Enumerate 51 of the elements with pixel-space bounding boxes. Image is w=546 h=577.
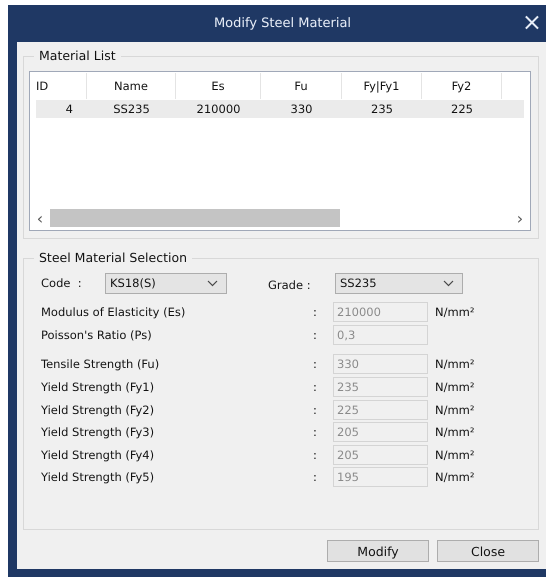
field-label: Yield Strength (Fy4) [41, 448, 156, 462]
field-label: Yield Strength (Fy2) [41, 402, 156, 417]
field-label: Modulus of Elasticity (Es) [41, 305, 186, 320]
column-header[interactable]: Fy|Fy1 [342, 73, 422, 99]
column-header[interactable]: ID [30, 73, 87, 99]
column-header[interactable]: Name [87, 73, 176, 99]
group-title: Steel Material Selection [34, 250, 192, 265]
unit-label: N/mm² [435, 470, 474, 484]
scroll-left-button[interactable]: ‹ [30, 208, 50, 228]
close-button[interactable]: × [518, 10, 546, 34]
column-header[interactable]: Fy2 [422, 73, 502, 99]
field-label: Grade : [268, 277, 312, 292]
column-header[interactable]: Es [176, 73, 261, 99]
column-header[interactable]: Fu [261, 73, 342, 99]
colon-separator: : [313, 305, 318, 320]
colon-separator: : [313, 425, 318, 440]
dialog-button[interactable]: Modify [327, 540, 429, 562]
table-cell-text: 4 [64, 101, 74, 118]
unit-label: N/mm² [435, 448, 474, 462]
colon-separator: : [313, 402, 318, 417]
field-label: Yield Strength (Fy1) [41, 380, 156, 394]
table-cell-text: SS235 [112, 101, 151, 118]
code-dropdown[interactable]: KS18(S) [105, 272, 227, 294]
colon-separator: : [313, 328, 318, 342]
chevron-down-icon [443, 280, 454, 286]
unit-label: N/mm² [435, 402, 474, 417]
unit-label: N/mm² [435, 357, 474, 372]
table-cell-text: 225 [450, 101, 474, 118]
dialog-button[interactable]: Close [437, 540, 539, 562]
field-label: Tensile Strength (Fu) [41, 357, 160, 372]
scroll-thumb[interactable] [50, 209, 340, 227]
colon-separator: : [313, 448, 318, 462]
field-label: Yield Strength (Fy5) [41, 470, 156, 484]
scroll-right-button[interactable]: › [510, 208, 530, 228]
table-cell-text: 330 [290, 101, 314, 118]
colon-separator: : [313, 470, 318, 484]
field-label: Code : [41, 276, 83, 290]
colon-separator: : [313, 357, 318, 372]
unit-label: N/mm² [435, 425, 474, 440]
table-row[interactable]: 4 SS235 210000 330 235 225 [36, 100, 524, 118]
unit-label: N/mm² [435, 380, 474, 394]
chevron-down-icon [207, 280, 218, 286]
grade-dropdown[interactable]: SS235 [335, 272, 463, 294]
colon-separator: : [313, 380, 318, 394]
table-cell-text: 235 [370, 101, 394, 118]
unit-label: N/mm² [435, 305, 474, 320]
table-cell-text: 210000 [196, 101, 242, 118]
field-label: Yield Strength (Fy3) [41, 425, 156, 440]
group-title: Material List [34, 48, 121, 63]
window-title: Modify Steel Material [214, 16, 352, 31]
field-label: Poisson's Ratio (Ps) [41, 328, 153, 342]
